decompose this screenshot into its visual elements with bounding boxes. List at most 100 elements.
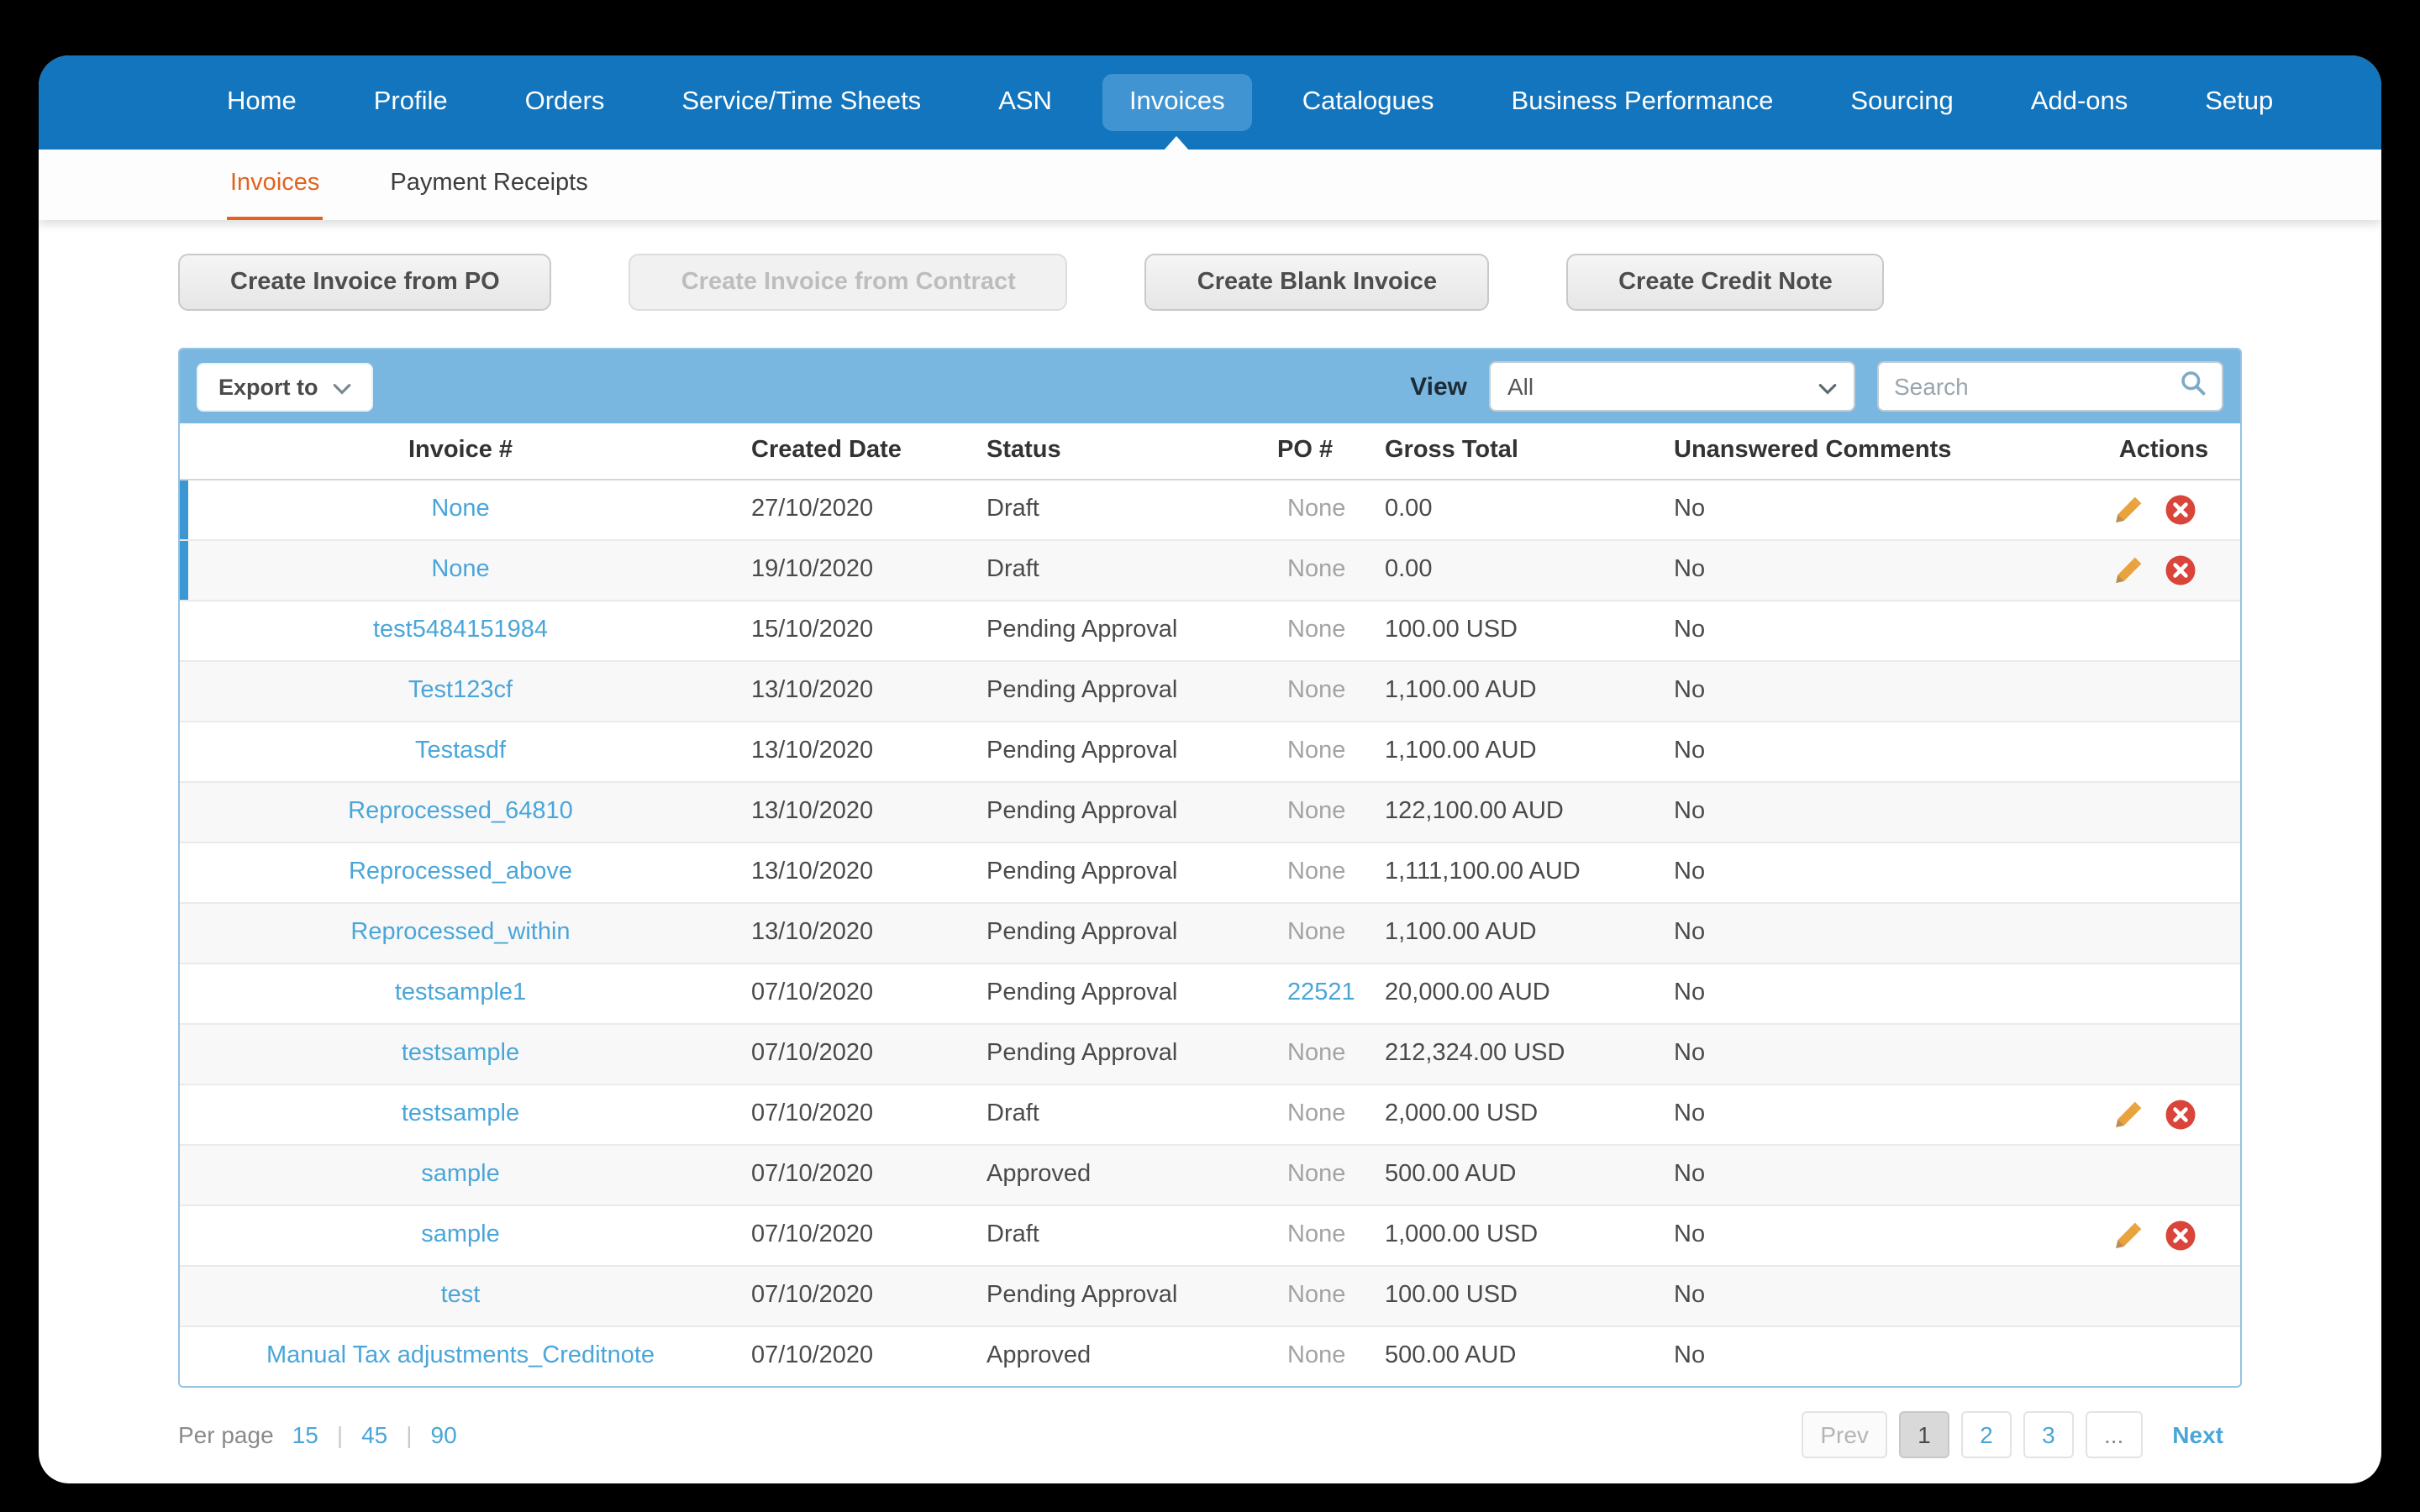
invoice-link[interactable]: Testasdf: [415, 738, 506, 764]
created-date-cell: 13/10/2020: [751, 677, 874, 704]
nav-item-invoices[interactable]: Invoices: [1102, 74, 1252, 131]
invoice-link[interactable]: Reprocessed_within: [350, 919, 570, 946]
per-page-option-90[interactable]: 90: [431, 1421, 457, 1448]
page-button-3[interactable]: 3: [2023, 1411, 2074, 1458]
table-row: test5484151984 15/10/2020 Pending Approv…: [180, 600, 2240, 660]
invoice-link[interactable]: None: [431, 496, 489, 522]
table-row: testsample1 07/10/2020 Pending Approval …: [180, 963, 2240, 1023]
table-row: test 07/10/2020 Pending Approval None 10…: [180, 1265, 2240, 1326]
invoice-link[interactable]: Reprocessed_64810: [348, 798, 573, 825]
next-page-button[interactable]: Next: [2154, 1411, 2242, 1458]
circle-x-icon[interactable]: [2165, 1098, 2196, 1130]
nav-item-asn[interactable]: ASN: [971, 74, 1079, 131]
app-window: Home Profile Orders Service/Time Sheets …: [39, 55, 2381, 1483]
invoice-link[interactable]: testsample: [402, 1100, 519, 1127]
create-blank-invoice-button[interactable]: Create Blank Invoice: [1144, 254, 1490, 311]
sub-navigation: Invoices Payment Receipts: [39, 150, 2381, 220]
invoice-link[interactable]: None: [431, 556, 489, 583]
invoice-link[interactable]: Manual Tax adjustments_Creditnote: [266, 1343, 655, 1370]
created-date-cell: 07/10/2020: [751, 1342, 874, 1370]
actions-cell: [2087, 902, 2240, 963]
invoice-link[interactable]: sample: [421, 1221, 500, 1248]
created-date-cell: 07/10/2020: [751, 1282, 874, 1309]
circle-x-icon[interactable]: [2165, 493, 2196, 525]
per-page-option-15[interactable]: 15: [292, 1421, 318, 1448]
pencil-icon[interactable]: [2112, 554, 2144, 585]
pencil-icon[interactable]: [2112, 1219, 2144, 1251]
screen: Home Profile Orders Service/Time Sheets …: [0, 0, 2420, 1512]
nav-item-service-time-sheets[interactable]: Service/Time Sheets: [655, 74, 948, 131]
pagination: Prev 1 2 3 ... Next: [1802, 1411, 2242, 1458]
top-navigation: Home Profile Orders Service/Time Sheets …: [39, 55, 2381, 150]
po-number-cell: None: [1287, 617, 1346, 643]
invoice-link[interactable]: testsample: [402, 1040, 519, 1067]
unanswered-comments-cell: No: [1674, 1342, 1706, 1370]
pencil-icon[interactable]: [2112, 493, 2144, 525]
po-number-cell[interactable]: 22521: [1267, 963, 1375, 1023]
invoice-link[interactable]: Test123cf: [408, 677, 513, 704]
actions-cell: [2087, 479, 2240, 539]
search-input[interactable]: [1894, 373, 2170, 400]
gross-total-cell: 0.00: [1385, 496, 1433, 522]
status-cell: Pending Approval: [986, 919, 1178, 946]
export-to-button[interactable]: Export to: [197, 362, 374, 411]
created-date-cell: 13/10/2020: [751, 858, 874, 885]
column-header-created-date: Created Date: [741, 423, 976, 480]
invoices-table: Invoice # Created Date Status PO # Gross…: [180, 423, 2240, 1386]
column-header-status: Status: [976, 423, 1267, 480]
invoice-link[interactable]: test5484151984: [373, 617, 548, 643]
created-date-cell: 07/10/2020: [751, 1100, 874, 1127]
unanswered-comments-cell: No: [1674, 798, 1706, 825]
status-cell: Pending Approval: [986, 798, 1178, 825]
invoice-link[interactable]: Reprocessed_above: [349, 858, 572, 885]
prev-page-button[interactable]: Prev: [1802, 1411, 1887, 1458]
unanswered-comments-cell: No: [1674, 1040, 1706, 1067]
subnav-item-invoices[interactable]: Invoices: [227, 150, 324, 220]
gross-total-cell: 20,000.00 AUD: [1385, 979, 1550, 1006]
gross-total-cell: 1,100.00 AUD: [1385, 738, 1537, 764]
created-date-cell: 13/10/2020: [751, 738, 874, 764]
actions-cell: [2087, 1023, 2240, 1084]
page-ellipsis[interactable]: ...: [2085, 1411, 2143, 1458]
create-credit-note-button[interactable]: Create Credit Note: [1566, 254, 1885, 311]
create-invoice-from-contract-button[interactable]: Create Invoice from Contract: [629, 254, 1068, 311]
nav-item-sourcing[interactable]: Sourcing: [1823, 74, 1980, 131]
actions-cell: [2087, 963, 2240, 1023]
nav-item-business-performance[interactable]: Business Performance: [1485, 74, 1801, 131]
nav-item-home[interactable]: Home: [200, 74, 324, 131]
invoice-link[interactable]: testsample1: [395, 979, 526, 1006]
status-cell: Approved: [986, 1342, 1092, 1370]
chevron-down-icon: [1818, 373, 1837, 400]
pencil-icon[interactable]: [2112, 1098, 2144, 1130]
gross-total-cell: 500.00 AUD: [1385, 1161, 1517, 1188]
po-number-cell: None: [1287, 1040, 1346, 1067]
table-row: Testasdf 13/10/2020 Pending Approval Non…: [180, 721, 2240, 781]
create-actions-row: Create Invoice from PO Create Invoice fr…: [178, 254, 2242, 311]
nav-item-catalogues[interactable]: Catalogues: [1276, 74, 1461, 131]
table-row: Manual Tax adjustments_Creditnote 07/10/…: [180, 1326, 2240, 1386]
create-invoice-from-po-button[interactable]: Create Invoice from PO: [178, 254, 552, 311]
page-button-1[interactable]: 1: [1898, 1411, 1949, 1458]
nav-item-add-ons[interactable]: Add-ons: [2004, 74, 2154, 131]
subnav-item-payment-receipts[interactable]: Payment Receipts: [387, 150, 591, 220]
view-select[interactable]: All: [1489, 361, 1855, 412]
per-page-option-45[interactable]: 45: [361, 1421, 387, 1448]
page-button-2[interactable]: 2: [1960, 1411, 2012, 1458]
po-number-cell: None: [1287, 1342, 1346, 1370]
export-to-label: Export to: [218, 374, 318, 399]
nav-item-setup[interactable]: Setup: [2178, 74, 2300, 131]
invoice-link[interactable]: test: [441, 1282, 481, 1309]
table-row: testsample 07/10/2020 Pending Approval N…: [180, 1023, 2240, 1084]
magnifier-icon[interactable]: [2180, 369, 2207, 404]
circle-x-icon[interactable]: [2165, 1219, 2196, 1251]
nav-item-profile[interactable]: Profile: [347, 74, 475, 131]
gross-total-cell: 0.00: [1385, 556, 1433, 583]
po-number-cell: None: [1287, 556, 1346, 583]
invoice-link[interactable]: sample: [421, 1161, 500, 1188]
unanswered-comments-cell: No: [1674, 858, 1706, 885]
column-header-actions: Actions: [2087, 423, 2240, 480]
nav-item-orders[interactable]: Orders: [498, 74, 632, 131]
unanswered-comments-cell: No: [1674, 1100, 1706, 1127]
circle-x-icon[interactable]: [2165, 554, 2196, 585]
created-date-cell: 07/10/2020: [751, 1040, 874, 1067]
